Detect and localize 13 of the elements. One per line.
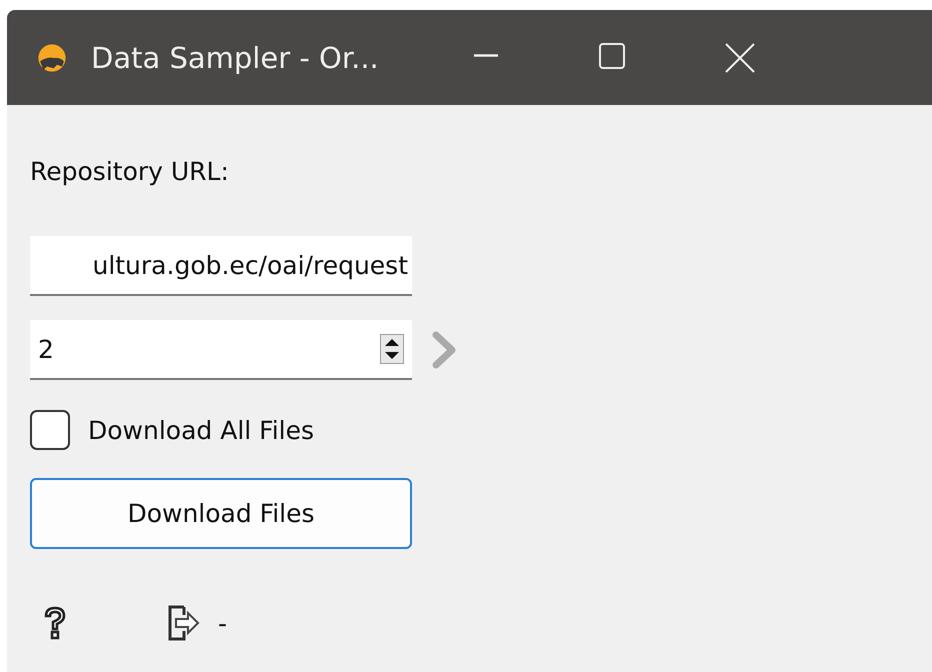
maximize-icon: [597, 40, 627, 70]
count-spinbox[interactable]: 2: [30, 320, 412, 380]
repository-url-label: Repository URL:: [30, 157, 229, 186]
url-field[interactable]: ultura.gob.ec/oai/request: [30, 236, 412, 296]
minimize-icon: [473, 54, 499, 57]
window-title: Data Sampler - Or...: [91, 40, 380, 74]
checkbox-label: Download All Files: [88, 416, 314, 444]
checkbox[interactable]: [30, 410, 70, 450]
help-icon[interactable]: [42, 605, 68, 641]
download-files-button[interactable]: Download Files: [30, 478, 412, 549]
output-status: -: [218, 608, 228, 638]
close-icon: [723, 40, 757, 74]
close-button[interactable]: [723, 40, 757, 74]
